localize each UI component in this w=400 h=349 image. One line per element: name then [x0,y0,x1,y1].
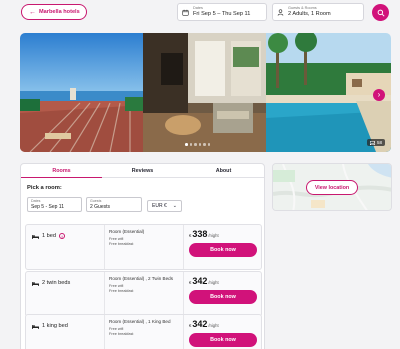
room-name-label: 2 twin beds [42,280,71,286]
dates-field-value: Fri Sep 5 – Thu Sep 11 [193,11,251,17]
room-guests-input[interactable]: Guests 2 Guests [86,197,142,212]
image-icon [369,140,375,145]
top-bar: ← Marbella hotels Dates Fri Sep 5 – Thu … [0,0,400,27]
room-perk: Free breakfast [109,332,134,337]
room-dates-label: Dates [31,199,41,203]
tab-about[interactable]: About [183,164,264,177]
room-description: Room (Essential) , 2 Twin Beds Free wifi… [109,276,179,294]
room-name-label: 1 king bed [42,323,68,329]
book-now-button[interactable]: Book now [189,333,257,347]
room-guests-value: 2 Guests [90,204,111,210]
room-name-label: 1 bed [42,233,56,239]
room-dates-value: Sep 5 - Sep 11 [31,204,64,210]
rooms-card: Rooms Reviews About Pick a room: Dates S… [20,163,265,349]
divider [104,315,105,349]
price-amount: 342 [192,319,208,329]
room-type: Room (Essential) , 2 Twin Beds [109,276,173,281]
room-option: 2 twin beds Room (Essential) , 2 Twin Be… [25,271,262,317]
photo-room[interactable] [143,33,266,152]
price-per-night: /night [208,323,219,328]
gallery-dot[interactable] [194,143,197,146]
room-price: € 342 /night [189,276,219,286]
search-button[interactable] [372,4,389,21]
room-description: Room (Essential) , 1 King Bed Free wifi … [109,319,179,337]
photo-count-value: 58 [376,140,382,145]
gallery-pagination[interactable] [185,143,210,146]
room-price: € 342 /night [189,319,219,329]
price-per-night: /night [208,280,219,285]
bed-icon [32,281,39,286]
book-now-button[interactable]: Book now [189,243,257,257]
gallery-next-button[interactable]: › [373,89,385,101]
room-guests-label: Guests [90,199,102,203]
photo-count-badge[interactable]: 58 [366,139,385,146]
price-per-night: /night [208,233,219,238]
calendar-icon [182,9,189,16]
room-type: Room (Essential) , 1 King Bed [109,319,171,324]
room-perk: Free breakfast [109,289,134,294]
room-price: € 338 /night [189,229,219,239]
gallery-dot[interactable] [203,143,206,146]
guests-field-label: Guests & Rooms [288,6,317,10]
room-option: 1 king bed Room (Essential) , 1 King Bed… [25,314,262,349]
search-icon [377,9,385,17]
pick-room-heading: Pick a room: [27,185,62,191]
divider [183,315,184,349]
chevron-right-icon: › [377,90,381,99]
room-description: Room (Essential) Free wifi Free breakfas… [109,229,179,247]
tab-reviews[interactable]: Reviews [102,164,183,177]
guests-rooms-field[interactable]: Guests & Rooms 2 Adults, 1 Room [272,3,364,21]
gallery-dot[interactable] [185,143,188,146]
room-name: 1 bed i [32,233,65,239]
price-amount: 338 [192,229,208,239]
tab-rooms[interactable]: Rooms [21,164,102,178]
gallery-dot[interactable] [189,143,192,146]
room-name: 2 twin beds [32,280,70,286]
room-perk: Free breakfast [109,242,134,247]
tab-bar: Rooms Reviews About [21,164,264,178]
price-currency: € [189,323,192,328]
back-button-label: Marbella hotels [39,9,80,15]
room-dates-input[interactable]: Dates Sep 5 - Sep 11 [27,197,82,212]
book-now-button[interactable]: Book now [189,290,257,304]
bed-icon [32,234,39,239]
currency-value: EUR € [152,203,167,209]
gallery-dot[interactable] [198,143,201,146]
room-option: 1 bed i Room (Essential) Free wifi Free … [25,224,262,270]
arrow-left-icon: ← [29,8,36,16]
room-type: Room (Essential) [109,229,145,234]
person-icon [277,9,284,16]
currency-select[interactable]: EUR € ⌄ [147,200,182,212]
price-currency: € [189,233,192,238]
view-location-button[interactable]: View location [306,180,358,195]
photo-terrace[interactable] [20,33,143,152]
divider [104,225,105,269]
gallery-dot[interactable] [207,143,210,146]
location-map[interactable]: View location [272,163,392,211]
chevron-down-icon: ⌄ [172,203,177,209]
price-amount: 342 [192,276,208,286]
price-currency: € [189,280,192,285]
info-icon[interactable]: i [59,233,65,239]
photo-gallery[interactable]: › 58 [20,33,391,152]
dates-field-label: Dates [193,6,203,10]
room-name: 1 king bed [32,323,68,329]
guests-field-value: 2 Adults, 1 Room [288,11,331,17]
bed-icon [32,324,39,329]
divider [104,272,105,316]
divider [183,225,184,269]
dates-field[interactable]: Dates Fri Sep 5 – Thu Sep 11 [177,3,267,21]
divider [183,272,184,316]
back-to-hotels-button[interactable]: ← Marbella hotels [21,4,87,20]
